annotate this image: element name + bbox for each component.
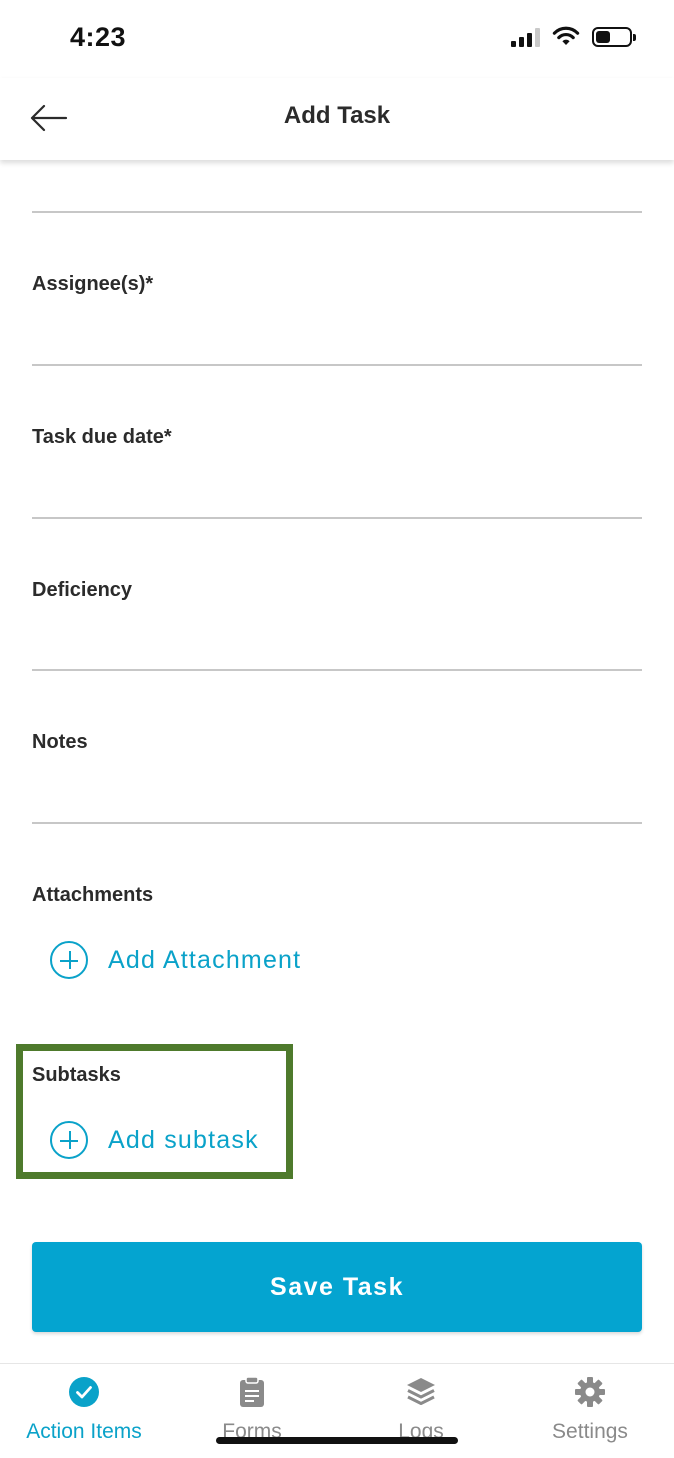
plus-circle-icon: [50, 1121, 88, 1159]
wifi-icon: [552, 26, 580, 45]
deficiency-field[interactable]: [32, 669, 642, 671]
cellular-signal-icon: [511, 27, 540, 47]
app-header: Add Task: [0, 78, 674, 160]
gear-icon: [574, 1376, 606, 1408]
clipboard-icon: [236, 1376, 268, 1408]
deficiency-label: Deficiency: [32, 579, 133, 601]
task-due-date-field[interactable]: [32, 517, 642, 519]
nav-label: Action Items: [26, 1420, 142, 1443]
subtasks-label: Subtasks: [32, 1064, 121, 1086]
assignees-field[interactable]: [32, 364, 642, 366]
layers-icon: [405, 1376, 437, 1408]
notes-field[interactable]: [32, 822, 642, 824]
status-time: 4:23: [70, 22, 127, 52]
field-divider: [32, 211, 642, 213]
battery-icon: [592, 26, 636, 47]
add-attachment-button[interactable]: Add Attachment: [50, 941, 301, 979]
assignees-label: Assignee(s)*: [32, 273, 154, 295]
nav-label: Settings: [552, 1420, 628, 1443]
status-bar: 4:23: [0, 0, 674, 78]
attachments-label: Attachments: [32, 884, 154, 906]
nav-settings[interactable]: Settings: [506, 1364, 674, 1458]
home-indicator: [216, 1437, 458, 1444]
page-title: Add Task: [283, 102, 391, 129]
task-due-date-label: Task due date*: [32, 426, 172, 448]
add-subtask-button[interactable]: Add subtask: [50, 1121, 259, 1159]
add-subtask-label: Add subtask: [108, 1125, 259, 1154]
notes-label: Notes: [32, 731, 88, 753]
status-icons: [511, 26, 636, 47]
plus-circle-icon: [50, 941, 88, 979]
check-circle-icon: [68, 1376, 100, 1408]
nav-action-items[interactable]: Action Items: [0, 1364, 168, 1458]
save-task-button[interactable]: Save Task: [32, 1242, 642, 1332]
add-attachment-label: Add Attachment: [108, 945, 302, 974]
